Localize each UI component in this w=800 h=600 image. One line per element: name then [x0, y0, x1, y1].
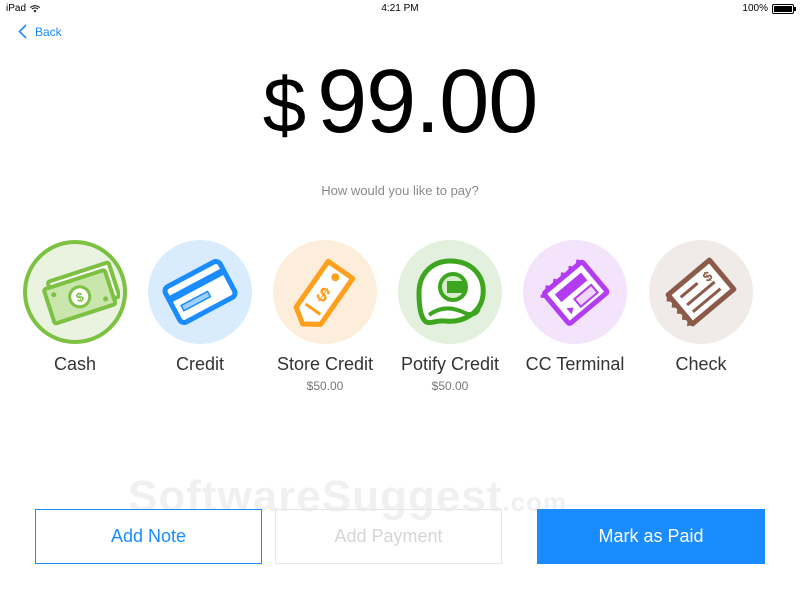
add-payment-button[interactable]: Add Payment	[275, 509, 502, 564]
check-icon: $	[665, 257, 737, 327]
method-label: CC Terminal	[525, 354, 625, 374]
chevron-left-icon	[18, 24, 27, 39]
method-label: Check	[675, 354, 727, 374]
method-check-circle[interactable]: $	[649, 240, 753, 344]
method-label: Credit	[175, 354, 224, 374]
method-cash[interactable]: $ Cash	[13, 240, 137, 375]
method-cc-terminal-circle[interactable]	[523, 240, 627, 344]
back-button[interactable]: Back	[18, 24, 62, 39]
method-cash-circle[interactable]: $	[23, 240, 127, 344]
method-potify-credit[interactable]: Potify Credit $50.00	[388, 240, 512, 393]
method-balance: $50.00	[306, 379, 344, 393]
method-label: Store Credit	[276, 354, 374, 374]
method-potify-credit-circle[interactable]	[398, 240, 502, 344]
method-check[interactable]: $ Check	[639, 240, 763, 375]
cc-terminal-icon	[540, 259, 610, 326]
potify-icon	[416, 258, 486, 326]
currency-symbol: $	[262, 61, 306, 149]
amount-value: 99.00	[317, 52, 538, 152]
tag-icon: $	[293, 258, 356, 327]
add-note-button[interactable]: Add Note	[35, 509, 262, 564]
method-cc-terminal[interactable]: CC Terminal	[513, 240, 637, 375]
method-balance: $50.00	[431, 379, 469, 393]
method-label: Cash	[53, 354, 97, 374]
payment-amount: $99.00	[0, 52, 800, 155]
method-credit[interactable]: Credit	[138, 240, 262, 375]
status-time: 4:21 PM	[381, 3, 419, 14]
mark-as-paid-button[interactable]: Mark as Paid	[537, 509, 765, 564]
method-store-credit[interactable]: $ Store Credit $50.00	[263, 240, 387, 393]
cash-icon: $	[42, 260, 120, 326]
method-label: Potify Credit	[400, 354, 500, 374]
back-label: Back	[35, 24, 62, 39]
battery-icon	[772, 3, 796, 14]
method-credit-circle[interactable]	[148, 240, 252, 344]
credit-card-icon	[162, 259, 238, 325]
method-store-credit-circle[interactable]: $	[273, 240, 377, 344]
payment-question: How would you like to pay?	[321, 183, 479, 198]
battery-percent: 100%	[742, 3, 768, 14]
status-bar: iPad 4:21 PM 100%	[0, 0, 800, 16]
